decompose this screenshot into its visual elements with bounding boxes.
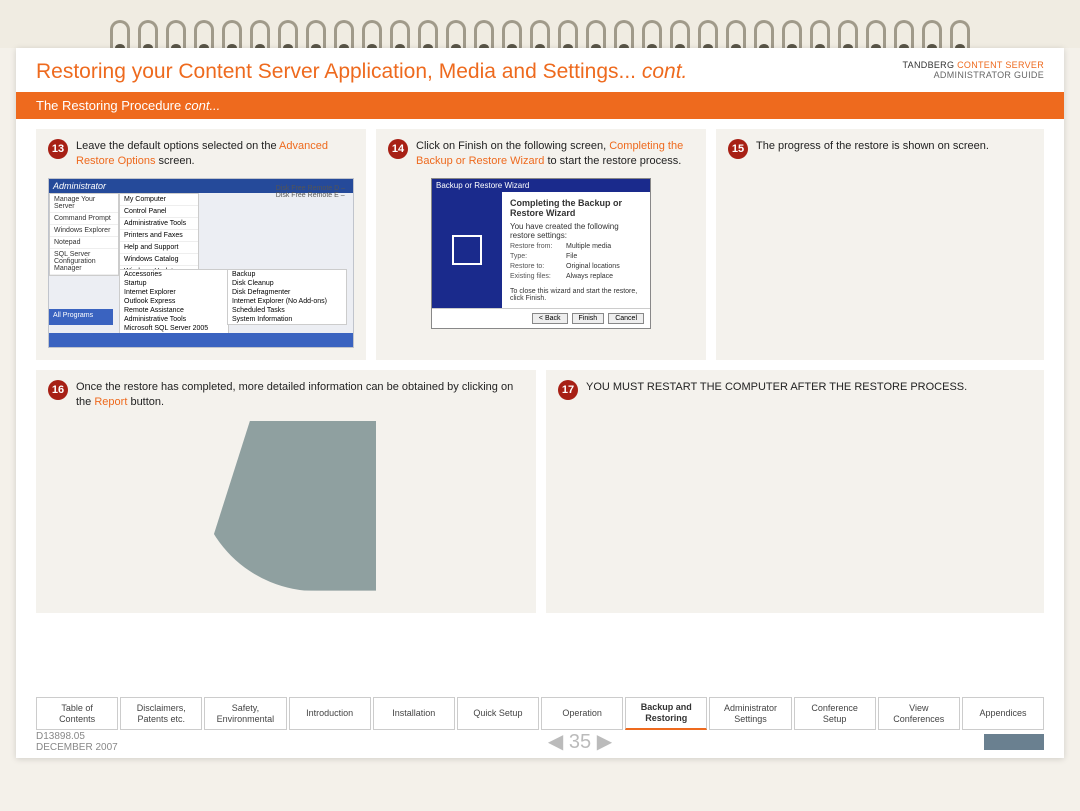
- menu-item[interactable]: Administrative Tools: [120, 218, 198, 230]
- doc-id: D13898.05: [36, 731, 176, 742]
- menu-item[interactable]: Notepad: [50, 237, 118, 249]
- step-15-text: The progress of the restore is shown on …: [756, 139, 989, 154]
- nav-tabs: Table ofContentsDisclaimers,Patents etc.…: [36, 697, 1044, 730]
- menu-item[interactable]: Help and Support: [120, 242, 198, 254]
- wizard-icon: [452, 235, 482, 265]
- step-17-text: YOU MUST RESTART THE COMPUTER AFTER THE …: [586, 380, 967, 395]
- document-page: Restoring your Content Server Applicatio…: [16, 48, 1064, 758]
- menu-item[interactable]: Accessories: [120, 270, 228, 279]
- menu-item[interactable]: My Computer: [120, 194, 198, 206]
- page-footer: D13898.05 DECEMBER 2007 ◀ 35 ▶: [36, 729, 1044, 754]
- menu-item[interactable]: Windows Explorer: [50, 225, 118, 237]
- menu-item[interactable]: Printers and Faxes: [120, 230, 198, 242]
- menu-item[interactable]: Microsoft SQL Server 2005: [120, 324, 228, 333]
- page-title: Restoring your Content Server Applicatio…: [36, 60, 687, 84]
- nav-tab[interactable]: Quick Setup: [457, 697, 539, 730]
- next-arrow-icon[interactable]: ▶: [597, 731, 612, 753]
- menu-item[interactable]: Scheduled Tasks: [228, 306, 346, 315]
- nav-tab[interactable]: Backup andRestoring: [625, 697, 707, 730]
- menu-item[interactable]: Control Panel: [120, 206, 198, 218]
- doc-date: DECEMBER 2007: [36, 742, 176, 753]
- nav-tab[interactable]: Operation: [541, 697, 623, 730]
- menu-item[interactable]: Outlook Express: [120, 297, 228, 306]
- wizard-back-button[interactable]: < Back: [532, 313, 568, 324]
- wizard-cancel-button[interactable]: Cancel: [608, 313, 644, 324]
- step-17: 17 YOU MUST RESTART THE COMPUTER AFTER T…: [546, 370, 1044, 613]
- menu-item[interactable]: Internet Explorer (No Add-ons): [228, 297, 346, 306]
- step-badge-14: 14: [388, 139, 408, 159]
- step-15: 15 The progress of the restore is shown …: [716, 129, 1044, 360]
- step-badge-13: 13: [48, 139, 68, 159]
- menu-item[interactable]: Remote Assistance: [120, 306, 228, 315]
- brand-logo: [984, 734, 1044, 750]
- nav-tab[interactable]: Installation: [373, 697, 455, 730]
- nav-tab[interactable]: AdministratorSettings: [709, 697, 791, 730]
- menu-item[interactable]: Manage Your Server: [50, 194, 118, 213]
- nav-tab[interactable]: ViewConferences: [878, 697, 960, 730]
- screenshot-placeholder: [196, 421, 376, 591]
- step-14: 14 Click on Finish on the following scre…: [376, 129, 706, 360]
- menu-item[interactable]: Internet Explorer: [120, 288, 228, 297]
- nav-tab[interactable]: Safety,Environmental: [204, 697, 286, 730]
- spiral-binding: [0, 0, 1080, 48]
- menu-item[interactable]: Disk Cleanup: [228, 279, 346, 288]
- step-badge-17: 17: [558, 380, 578, 400]
- step-14-text: Click on Finish on the following screen,…: [416, 139, 694, 170]
- brand-block: TANDBERG CONTENT SERVER ADMINISTRATOR GU…: [903, 60, 1044, 80]
- wizard-finish-button[interactable]: Finish: [572, 313, 605, 324]
- screenshot-wizard: Backup or Restore Wizard Completing the …: [431, 178, 651, 329]
- menu-item[interactable]: Startup: [120, 279, 228, 288]
- menu-item[interactable]: Command Prompt: [50, 213, 118, 225]
- step-badge-15: 15: [728, 139, 748, 159]
- menu-item[interactable]: Backup: [228, 270, 346, 279]
- section-bar: The Restoring Procedure cont...: [16, 92, 1064, 119]
- step-16-text: Once the restore has completed, more det…: [76, 380, 524, 411]
- pager: ◀ 35 ▶: [176, 729, 984, 754]
- screenshot-start-menu: Administrator Disk Free Remote D –Disk F…: [48, 178, 354, 348]
- nav-tab[interactable]: Appendices: [962, 697, 1044, 730]
- step-13-text: Leave the default options selected on th…: [76, 139, 354, 170]
- nav-tab[interactable]: ConferenceSetup: [794, 697, 876, 730]
- step-badge-16: 16: [48, 380, 68, 400]
- nav-tab[interactable]: Disclaimers,Patents etc.: [120, 697, 202, 730]
- page-number: 35: [569, 731, 591, 753]
- menu-item[interactable]: System Information: [228, 315, 346, 324]
- step-16: 16 Once the restore has completed, more …: [36, 370, 536, 613]
- prev-arrow-icon[interactable]: ◀: [548, 731, 563, 753]
- nav-tab[interactable]: Table ofContents: [36, 697, 118, 730]
- menu-item[interactable]: Disk Defragmenter: [228, 288, 346, 297]
- step-13: 13 Leave the default options selected on…: [36, 129, 366, 360]
- menu-item[interactable]: Windows Catalog: [120, 254, 198, 266]
- nav-tab[interactable]: Introduction: [289, 697, 371, 730]
- menu-item[interactable]: SQL Server Configuration Manager: [50, 249, 118, 275]
- menu-item[interactable]: Administrative Tools: [120, 315, 228, 324]
